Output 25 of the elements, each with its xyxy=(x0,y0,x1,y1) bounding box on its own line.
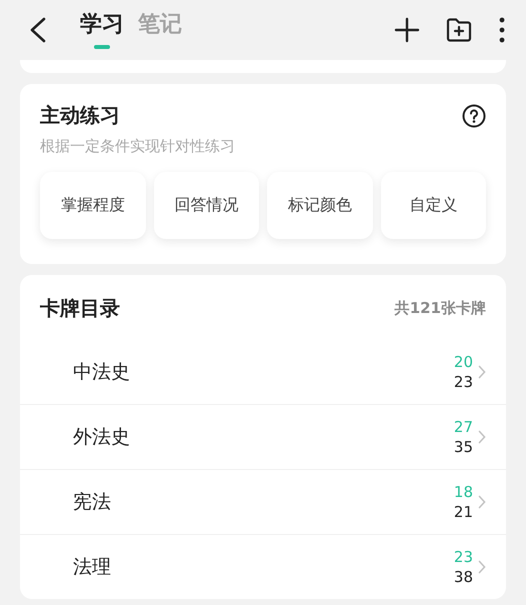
learned-count: 18 xyxy=(454,482,473,502)
folder-plus-icon[interactable] xyxy=(446,17,472,43)
learned-count: 27 xyxy=(454,417,473,437)
total-count: 38 xyxy=(454,567,473,587)
filter-button[interactable]: 掌握程度 xyxy=(40,172,146,239)
learned-count: 23 xyxy=(454,547,473,567)
total-count: 21 xyxy=(454,502,473,522)
more-icon[interactable] xyxy=(498,17,506,43)
tab[interactable]: 学习 xyxy=(80,9,124,51)
deck-name[interactable]: 法理 xyxy=(73,554,454,580)
learned-count: 20 xyxy=(454,352,473,372)
filter-button[interactable]: 标记颜色 xyxy=(267,172,372,239)
section-title: 卡牌目录 xyxy=(40,295,120,322)
section-title: 主动练习 xyxy=(40,102,120,129)
total-count: 23 xyxy=(454,372,473,392)
deck-name[interactable]: 外法史 xyxy=(73,424,454,450)
filter-button[interactable]: 自定义 xyxy=(380,172,486,239)
plus-icon[interactable] xyxy=(394,17,420,43)
card-count: 共121张卡牌 xyxy=(394,299,486,318)
deck-name[interactable]: 宪法 xyxy=(73,489,454,515)
total-count: 35 xyxy=(454,437,473,457)
section-subtitle: 根据一定条件实现针对性练习 xyxy=(40,137,236,156)
filter-button[interactable]: 回答情况 xyxy=(154,172,259,239)
help-icon[interactable] xyxy=(462,104,486,128)
deck-name[interactable]: 中法史 xyxy=(73,359,454,385)
